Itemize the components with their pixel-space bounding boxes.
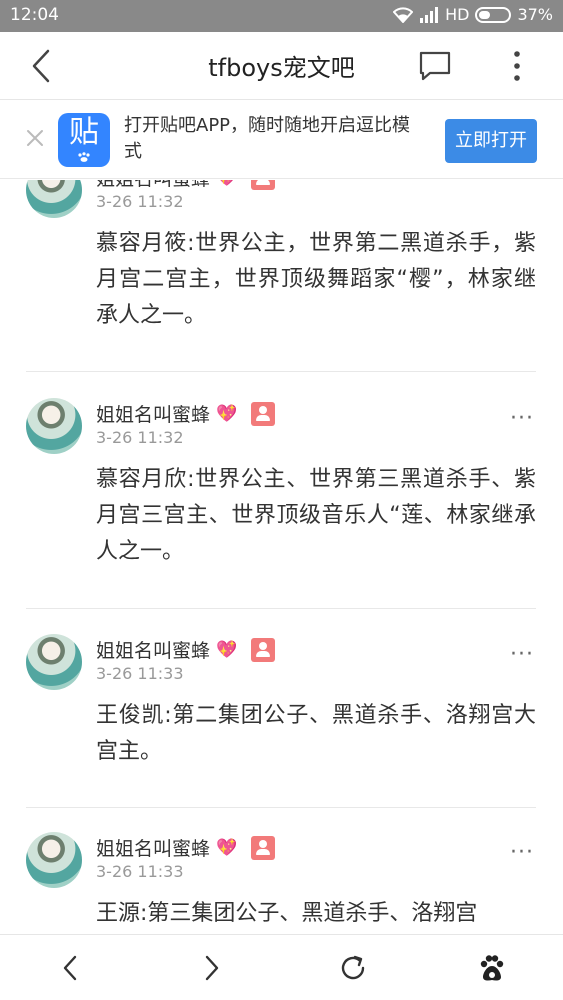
back-icon[interactable] — [56, 953, 86, 983]
avatar[interactable] — [26, 398, 82, 454]
heart-icon: 💖 — [216, 403, 238, 424]
user-badge-icon — [251, 180, 276, 190]
user-badge-icon — [251, 401, 276, 426]
refresh-icon[interactable] — [338, 953, 368, 983]
author-name[interactable]: 姐姐名叫蜜蜂 💖 — [96, 834, 276, 861]
list-item: 姐姐名叫蜜蜂 💖 3-26 11:33 ··· 王源:第三集团公子、黑道杀手、洛… — [0, 832, 563, 933]
banner-message: 打开贴吧APP，随时随地开启逗比模式 — [124, 115, 411, 162]
more-options-icon[interactable]: ··· — [510, 406, 534, 431]
user-badge-icon — [251, 637, 276, 662]
network-type: HD — [445, 5, 470, 24]
post-time: 3-26 11:32 — [96, 192, 184, 211]
more-options-icon[interactable]: ··· — [510, 840, 534, 865]
close-icon[interactable] — [24, 127, 46, 149]
more-vertical-icon[interactable] — [505, 48, 529, 84]
author-name[interactable]: 姐姐名叫蜜蜂 💖 — [96, 400, 276, 427]
divider — [26, 371, 536, 372]
divider — [26, 807, 536, 808]
signal-icon — [419, 6, 439, 23]
avatar[interactable] — [26, 180, 82, 218]
avatar[interactable] — [26, 832, 82, 888]
list-item: 姐姐名叫蜜蜂 💖 3-26 11:32 慕容月筱:世界公主，世界第二黑道杀手，紫… — [0, 180, 563, 372]
user-badge-icon — [251, 835, 276, 860]
post-content: 慕容月欣:世界公主、世界第三黑道杀手、紫月宫三宫主、世界顶级音乐人“莲、林家继承… — [96, 467, 536, 564]
paw-icon — [78, 152, 90, 162]
status-time: 12:04 — [10, 5, 59, 25]
post-feed[interactable]: 姐姐名叫蜜蜂 💖 3-26 11:32 慕容月筱:世界公主，世界第二黑道杀手，紫… — [0, 180, 563, 933]
forward-icon[interactable] — [196, 953, 226, 983]
divider — [26, 608, 536, 609]
post-content: 王俊凯:第二集团公子、黑道杀手、洛翔宫大宫主。 — [96, 703, 536, 764]
top-bar: tfboys宠文吧 — [0, 32, 563, 100]
open-app-button[interactable]: 立即打开 — [445, 119, 537, 163]
baidu-paw-icon[interactable] — [477, 953, 507, 983]
author-name[interactable]: 姐姐名叫蜜蜂 💖 — [96, 180, 276, 191]
list-item: 姐姐名叫蜜蜂 💖 3-26 11:33 ··· 王俊凯:第二集团公子、黑道杀手、… — [0, 634, 563, 829]
post-time: 3-26 11:33 — [96, 862, 184, 881]
post-time: 3-26 11:33 — [96, 664, 184, 683]
status-indicators: HD 37% — [393, 5, 553, 24]
list-item: 姐姐名叫蜜蜂 💖 3-26 11:32 ··· 慕容月欣:世界公主、世界第三黑道… — [0, 398, 563, 628]
battery-level: 37% — [517, 5, 553, 24]
app-download-banner: 贴 打开贴吧APP，随时随地开启逗比模式 立即打开 — [0, 101, 563, 179]
browser-bottom-bar — [0, 934, 563, 1000]
wifi-icon — [393, 6, 414, 23]
more-options-icon[interactable]: ··· — [510, 642, 534, 667]
heart-icon: 💖 — [216, 180, 237, 188]
reply-bubble-icon[interactable] — [418, 50, 452, 82]
heart-icon: 💖 — [216, 837, 238, 858]
tieba-logo-glyph: 贴 — [69, 115, 99, 150]
status-bar: 12:04 HD 37% — [0, 0, 563, 32]
avatar[interactable] — [26, 634, 82, 690]
post-content: 王源:第三集团公子、黑道杀手、洛翔宫 — [96, 901, 478, 926]
battery-icon — [475, 6, 512, 23]
tieba-app-logo: 贴 — [58, 113, 110, 167]
page-title: tfboys宠文吧 — [208, 54, 355, 82]
post-time: 3-26 11:32 — [96, 428, 184, 447]
heart-icon: 💖 — [216, 639, 238, 660]
author-name[interactable]: 姐姐名叫蜜蜂 💖 — [96, 636, 276, 663]
post-content: 慕容月筱:世界公主，世界第二黑道杀手，紫月宫二宫主，世界顶级舞蹈家“樱”，林家继… — [96, 231, 536, 328]
